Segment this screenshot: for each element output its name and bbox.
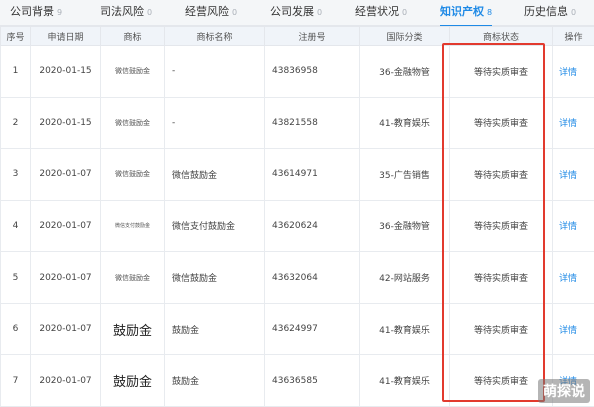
tab-company-background[interactable]: 公司背景 9 xyxy=(10,0,62,26)
row-reg: 43632064 xyxy=(264,251,360,304)
column-header-action: 操作 xyxy=(552,26,594,46)
row-status: 等待实质审查 xyxy=(449,96,553,150)
row-name: 微信支付鼓励金 xyxy=(164,199,265,253)
row-date: 2020-01-07 xyxy=(30,148,101,201)
details-link[interactable]: 详情 xyxy=(552,96,594,150)
table-row: 7 2020-01-07 鼓励金 鼓励金 43636585 41-教育娱乐 等待… xyxy=(0,354,594,407)
trademark-logo: 微信鼓励金 xyxy=(100,251,165,304)
details-link[interactable]: 详情 xyxy=(552,199,594,253)
row-date: 2020-01-15 xyxy=(30,45,101,98)
row-status: 等待实质审查 xyxy=(449,148,553,201)
row-index: 7 xyxy=(0,354,31,407)
row-status: 等待实质审查 xyxy=(449,45,553,98)
details-link[interactable]: 详情 xyxy=(552,45,594,98)
row-status: 等待实质审查 xyxy=(449,251,553,304)
details-link[interactable]: 详情 xyxy=(552,251,594,304)
tab-count: 9 xyxy=(57,8,63,17)
row-class: 36-金融物管 xyxy=(359,45,450,98)
column-header-index: 序号 xyxy=(0,26,31,46)
trademark-logo: 微信鼓励金 xyxy=(100,148,165,201)
row-date: 2020-01-07 xyxy=(30,251,101,304)
row-index: 6 xyxy=(0,302,31,356)
row-status: 等待实质审查 xyxy=(449,199,553,253)
row-reg: 43624997 xyxy=(264,302,360,356)
row-name: - xyxy=(164,96,265,150)
table-row: 4 2020-01-07 微信支付鼓励金 微信支付鼓励金 43620624 36… xyxy=(0,199,594,253)
row-index: 4 xyxy=(0,199,31,253)
tab-bar: 公司背景 9 司法风险 0 经营风险 0 公司发展 0 经营状况 0 知识产权 8 历史信息… xyxy=(0,0,594,27)
row-index: 2 xyxy=(0,96,31,150)
tab-count: 0 xyxy=(232,8,238,17)
row-name: - xyxy=(164,45,265,98)
column-header-logo: 商标 xyxy=(100,26,165,46)
tab-count: 0 xyxy=(317,8,323,17)
row-class: 41-教育娱乐 xyxy=(359,354,450,407)
row-class: 41-教育娱乐 xyxy=(359,302,450,356)
tab-count: 0 xyxy=(571,8,577,17)
trademark-logo: 微信鼓励金 xyxy=(100,45,165,98)
row-class: 42-网站服务 xyxy=(359,251,450,304)
row-reg: 43821558 xyxy=(264,96,360,150)
row-name: 微信鼓励金 xyxy=(164,148,265,201)
column-header-name: 商标名称 xyxy=(164,26,265,46)
row-class: 36-金融物管 xyxy=(359,199,450,253)
tab-label: 司法风险 xyxy=(100,5,144,18)
tab-label: 经营状况 xyxy=(355,5,399,18)
details-link[interactable]: 详情 xyxy=(552,148,594,201)
row-date: 2020-01-15 xyxy=(30,96,101,150)
row-name: 鼓励金 xyxy=(164,302,265,356)
trademark-table: 序号 申请日期 商标 商标名称 注册号 国际分类 商标状态 操作 1 2020-… xyxy=(0,26,594,407)
row-date: 2020-01-07 xyxy=(30,302,101,356)
row-class: 41-教育娱乐 xyxy=(359,96,450,150)
tab-count: 8 xyxy=(487,8,493,17)
row-reg: 43636585 xyxy=(264,354,360,407)
tab-label: 历史信息 xyxy=(524,5,568,18)
column-header-date: 申请日期 xyxy=(30,26,101,46)
row-index: 3 xyxy=(0,148,31,201)
column-header-class: 国际分类 xyxy=(359,26,450,46)
trademark-logo: 鼓励金 xyxy=(100,354,165,407)
tab-label: 经营风险 xyxy=(185,5,229,18)
tab-label: 公司发展 xyxy=(270,5,314,18)
tab-operational-risk[interactable]: 经营风险 0 xyxy=(185,0,237,26)
table-row: 6 2020-01-07 鼓励金 鼓励金 43624997 41-教育娱乐 等待… xyxy=(0,302,594,356)
row-reg: 43614971 xyxy=(264,148,360,201)
tab-history[interactable]: 历史信息 0 xyxy=(524,0,576,26)
tab-judicial-risk[interactable]: 司法风险 0 xyxy=(100,0,152,26)
tab-label: 知识产权 xyxy=(440,5,484,18)
row-name: 鼓励金 xyxy=(164,354,265,407)
trademark-logo: 鼓励金 xyxy=(100,302,165,356)
row-reg: 43836958 xyxy=(264,45,360,98)
row-index: 1 xyxy=(0,45,31,98)
row-date: 2020-01-07 xyxy=(30,199,101,253)
row-name: 微信鼓励金 xyxy=(164,251,265,304)
table-row: 5 2020-01-07 微信鼓励金 微信鼓励金 43632064 42-网站服… xyxy=(0,251,594,304)
row-class: 35-广告销售 xyxy=(359,148,450,201)
tab-count: 0 xyxy=(402,8,408,17)
tab-count: 0 xyxy=(147,8,153,17)
table-row: 1 2020-01-15 微信鼓励金 - 43836958 36-金融物管 等待… xyxy=(0,45,594,98)
row-status: 等待实质审查 xyxy=(449,302,553,356)
tab-business-status[interactable]: 经营状况 0 xyxy=(355,0,407,26)
tab-company-development[interactable]: 公司发展 0 xyxy=(270,0,322,26)
table-header-row: 序号 申请日期 商标 商标名称 注册号 国际分类 商标状态 操作 xyxy=(0,26,594,46)
details-link[interactable]: 详情 xyxy=(552,302,594,356)
column-header-reg: 注册号 xyxy=(264,26,360,46)
table-row: 3 2020-01-07 微信鼓励金 微信鼓励金 43614971 35-广告销… xyxy=(0,148,594,201)
tab-label: 公司背景 xyxy=(10,5,54,18)
watermark: 萌探说 xyxy=(538,379,590,403)
table-row: 2 2020-01-15 微信鼓励金 - 43821558 41-教育娱乐 等待… xyxy=(0,96,594,150)
column-header-status: 商标状态 xyxy=(449,26,553,46)
trademark-logo: 微信鼓励金 xyxy=(100,96,165,150)
trademark-logo: 微信支付鼓励金 xyxy=(100,199,165,253)
tab-intellectual-property[interactable]: 知识产权 8 xyxy=(440,0,493,27)
row-date: 2020-01-07 xyxy=(30,354,101,407)
row-reg: 43620624 xyxy=(264,199,360,253)
row-index: 5 xyxy=(0,251,31,304)
